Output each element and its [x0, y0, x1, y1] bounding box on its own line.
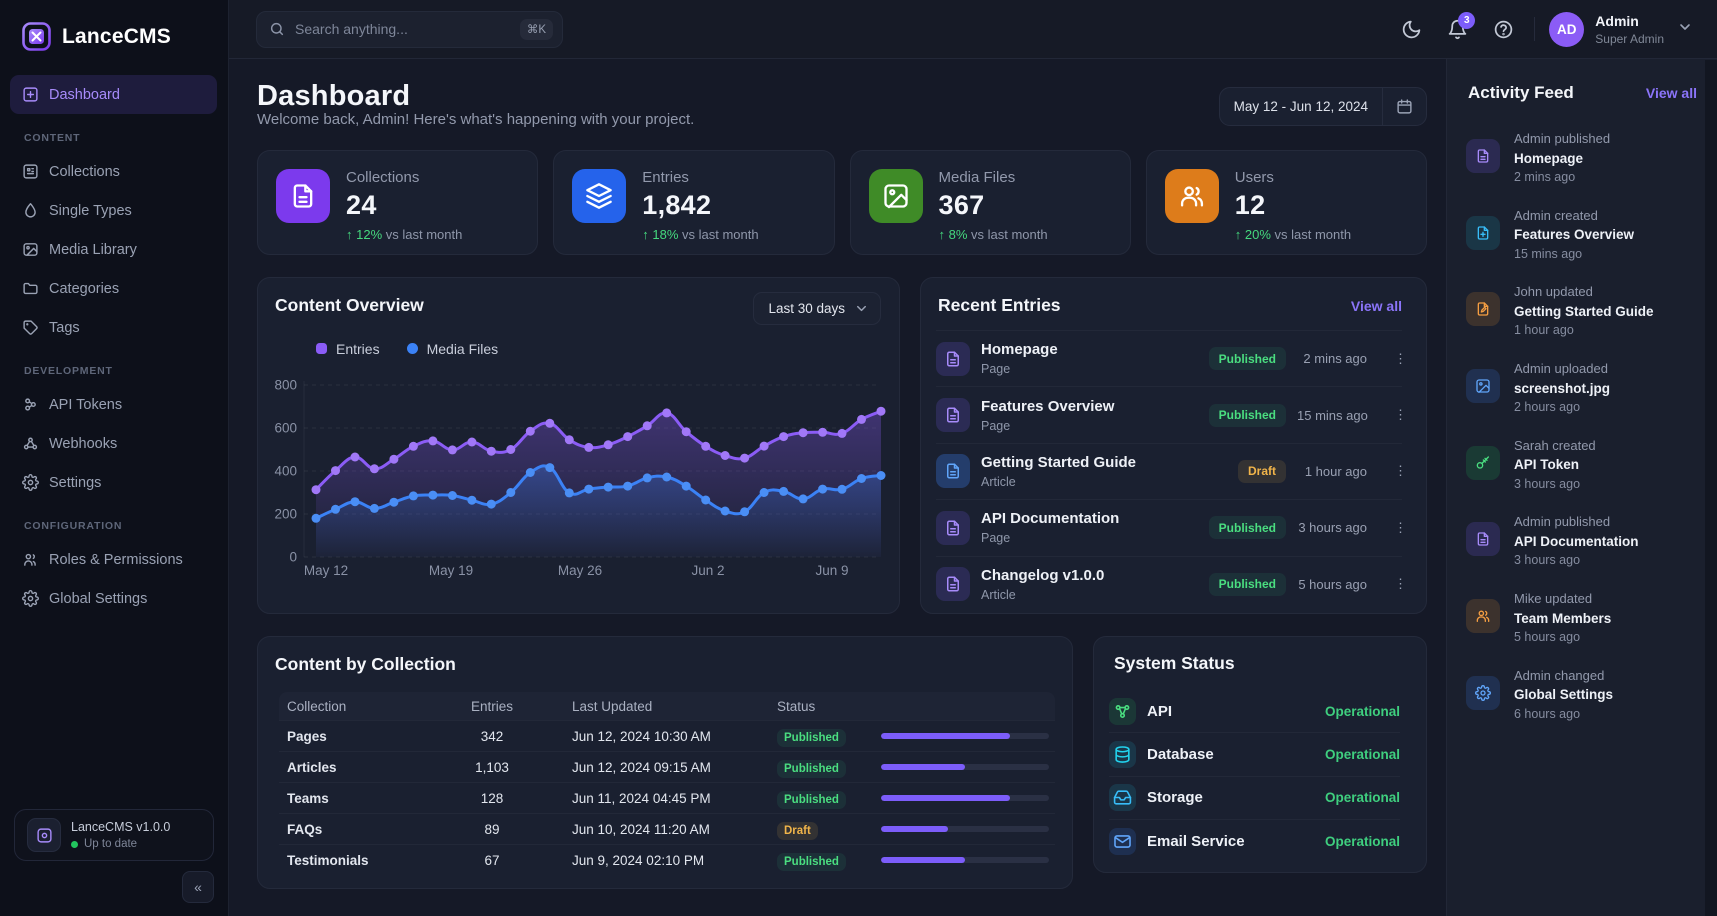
svg-text:Jun 9: Jun 9 — [815, 563, 848, 578]
svg-text:May 26: May 26 — [558, 563, 602, 578]
svg-text:May 12: May 12 — [304, 563, 348, 578]
svg-text:Jun 2: Jun 2 — [691, 563, 724, 578]
svg-text:0: 0 — [289, 550, 297, 565]
svg-text:400: 400 — [274, 464, 297, 479]
svg-text:200: 200 — [274, 507, 297, 522]
svg-text:May 19: May 19 — [429, 563, 473, 578]
svg-text:600: 600 — [274, 421, 297, 436]
svg-text:800: 800 — [274, 378, 297, 393]
